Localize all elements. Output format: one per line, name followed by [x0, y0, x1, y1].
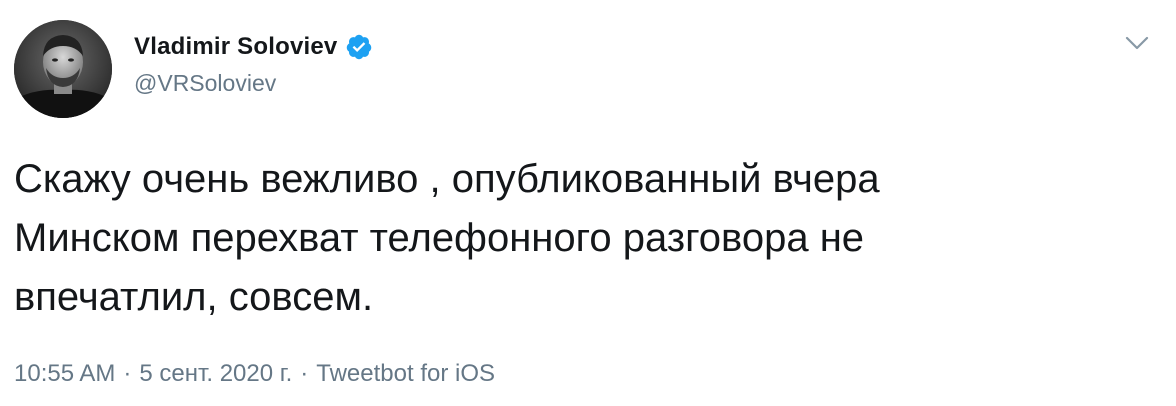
profile-photo-icon [14, 20, 112, 118]
tweet-card: Vladimir Soloviev @VRSoloviev Скажу очен… [0, 0, 1176, 406]
tweet-date[interactable]: 5 сент. 2020 г. [139, 360, 292, 387]
user-handle[interactable]: @VRSoloviev [134, 70, 373, 97]
tweet-text: Скажу очень вежливо , опубликованный вче… [14, 157, 880, 319]
author-block: Vladimir Soloviev @VRSoloviev [134, 30, 373, 97]
chevron-down-icon[interactable] [1124, 34, 1150, 52]
avatar[interactable] [14, 20, 112, 118]
meta-separator: · [300, 360, 309, 387]
tweet-time[interactable]: 10:55 AM [14, 360, 115, 387]
meta-separator: · [123, 360, 132, 387]
display-name[interactable]: Vladimir Soloviev [134, 33, 337, 61]
tweet-meta: 10:55 AM · 5 сент. 2020 г. · Tweetbot for iO… [14, 360, 495, 388]
name-row: Vladimir Soloviev [134, 30, 373, 64]
verified-badge-icon [345, 33, 373, 61]
tweet-source[interactable]: Tweetbot for iOS [316, 360, 495, 387]
